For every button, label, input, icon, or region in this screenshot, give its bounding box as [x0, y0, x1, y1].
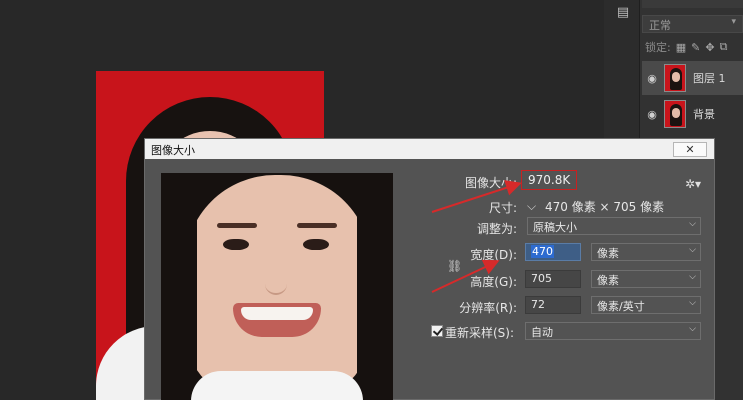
- height-input[interactable]: 705: [525, 270, 581, 288]
- chevron-down-icon: ▾: [731, 17, 736, 27]
- close-button[interactable]: ✕: [673, 142, 707, 157]
- chevron-down-icon: ⌵: [689, 245, 696, 255]
- resample-value: 自动: [531, 326, 553, 339]
- preview-eye-left: [223, 239, 249, 250]
- lock-artboard-icon[interactable]: ⧉: [720, 40, 728, 54]
- preview-brow-right: [297, 223, 337, 228]
- resolution-unit: 像素/英寸: [597, 300, 645, 313]
- preview-eye-right: [303, 239, 329, 250]
- blend-mode-value: 正常: [649, 19, 671, 32]
- preview-hair-left: [161, 173, 197, 400]
- preview-collar: [191, 371, 363, 400]
- layer-thumbnail: [664, 100, 686, 128]
- width-input[interactable]: 470: [525, 243, 581, 261]
- properties-icon[interactable]: ▤: [613, 5, 633, 25]
- preview-brow-left: [217, 223, 257, 228]
- resample-label: 重新采样(S):: [445, 326, 515, 340]
- image-preview[interactable]: [161, 173, 393, 400]
- preview-nose: [265, 271, 287, 295]
- lock-brush-icon[interactable]: ✎: [691, 41, 700, 54]
- blend-mode-select[interactable]: 正常 ▾: [642, 15, 743, 33]
- chevron-down-icon: ⌵: [689, 324, 696, 334]
- fit-to-value: 原稿大小: [533, 221, 577, 234]
- chevron-down-icon: ⌵: [689, 219, 696, 229]
- preview-hair-right: [357, 173, 393, 400]
- chevron-down-icon: ⌵: [689, 272, 696, 282]
- resolution-value: 72: [531, 298, 545, 311]
- height-value: 705: [531, 272, 552, 285]
- panel-header-strip: [642, 0, 743, 8]
- gear-icon[interactable]: ✲▾: [685, 177, 701, 191]
- chevron-down-icon[interactable]: ⌵: [527, 199, 541, 214]
- layer-name: 图层 1: [693, 72, 726, 85]
- resolution-label: 分辨率(R):: [459, 301, 517, 315]
- resample-select[interactable]: 自动 ⌵: [525, 322, 701, 340]
- preview-teeth: [241, 307, 313, 320]
- lock-row: 锁定: ▦ ✎ ✥ ⧉: [642, 38, 743, 56]
- height-unit: 像素: [597, 274, 619, 287]
- dimensions-value: 470 像素 × 705 像素: [545, 199, 665, 214]
- image-size-value: 970.8K: [521, 170, 578, 190]
- fit-to-label: 调整为:: [476, 222, 517, 236]
- width-label: 宽度(D):: [470, 248, 517, 262]
- height-label: 高度(G):: [470, 275, 517, 289]
- resample-checkbox[interactable]: [431, 325, 443, 337]
- lock-pixels-icon[interactable]: ▦: [676, 41, 686, 54]
- layer-row-layer1[interactable]: ◉ 图层 1: [642, 61, 743, 95]
- dialog-titlebar[interactable]: 图像大小 ✕: [145, 139, 714, 159]
- dimensions-label: 尺寸:: [488, 201, 517, 215]
- dimensions-row: ⌵ 470 像素 × 705 像素: [527, 196, 664, 216]
- width-unit: 像素: [597, 247, 619, 260]
- layer-row-background[interactable]: ◉ 背景: [642, 97, 743, 131]
- layer-name: 背景: [693, 108, 715, 121]
- eye-icon[interactable]: ◉: [642, 72, 662, 85]
- dialog-title: 图像大小: [151, 144, 195, 157]
- height-unit-select[interactable]: 像素 ⌵: [591, 270, 701, 288]
- eye-icon[interactable]: ◉: [642, 108, 662, 121]
- lock-label: 锁定:: [645, 41, 671, 54]
- image-size-dialog: 图像大小 ✕ 图像大小: 970.8K ✲▾ 尺寸: ⌵ 470 像素 × 70…: [144, 138, 715, 400]
- lock-move-icon[interactable]: ✥: [705, 41, 714, 54]
- width-unit-select[interactable]: 像素 ⌵: [591, 243, 701, 261]
- width-value: 470: [531, 245, 554, 258]
- resolution-unit-select[interactable]: 像素/英寸 ⌵: [591, 296, 701, 314]
- image-size-label: 图像大小:: [464, 176, 517, 190]
- chevron-down-icon: ⌵: [689, 298, 696, 308]
- fit-to-select[interactable]: 原稿大小 ⌵: [527, 217, 701, 235]
- layer-thumbnail: [664, 64, 686, 92]
- resolution-input[interactable]: 72: [525, 296, 581, 314]
